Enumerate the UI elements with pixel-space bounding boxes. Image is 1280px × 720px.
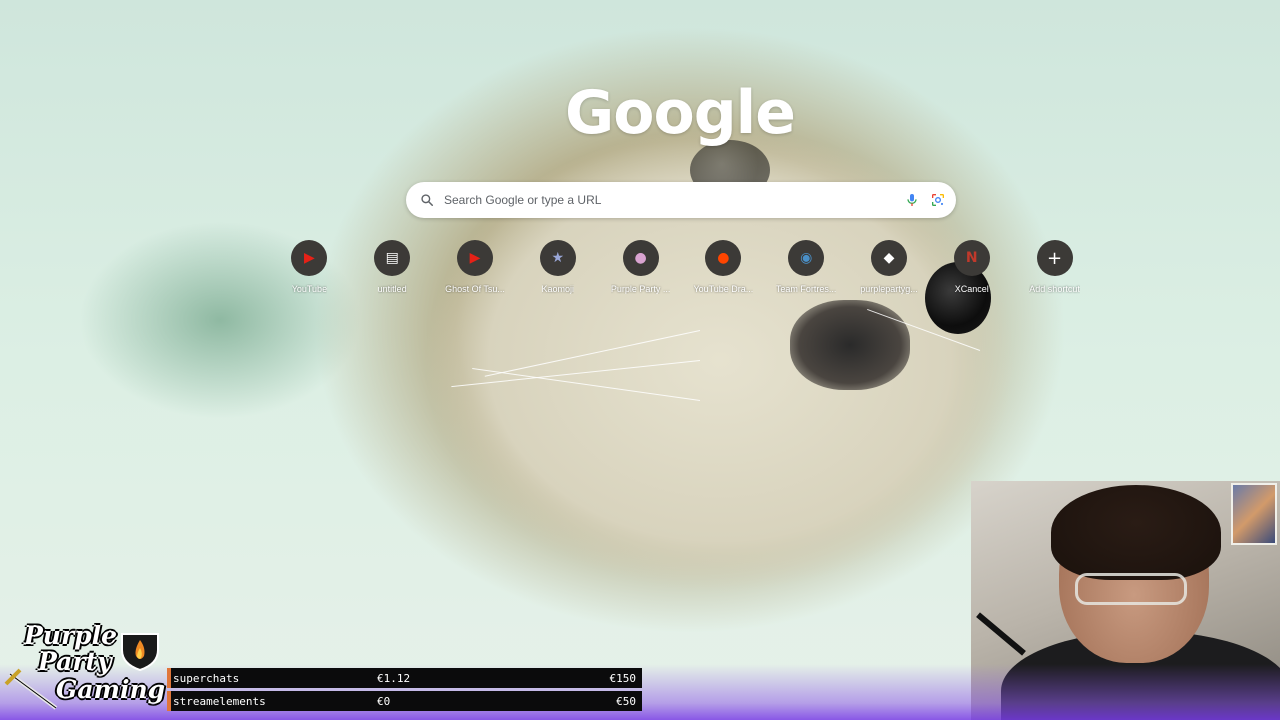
youtube-icon: ▶ xyxy=(456,240,493,276)
search-input[interactable] xyxy=(444,193,904,207)
plus-icon: + xyxy=(1036,240,1073,276)
shortcut-label: Purple Party ... xyxy=(610,284,671,294)
shortcut-grid: ▶ YouTube ▤ untitled ▶ Ghost Of Tsu... ★… xyxy=(268,240,1096,294)
google-logo: Google xyxy=(565,78,796,148)
seal-nose xyxy=(790,300,910,390)
shortcut-team-fortress[interactable]: ◉ Team Fortres... xyxy=(765,240,848,294)
search-icon xyxy=(421,194,434,207)
reddit-icon: ● xyxy=(705,240,742,276)
stat-row-superchats: superchats €1.12 €150 xyxy=(167,668,642,688)
shortcut-label: Kaomoji xyxy=(541,284,575,294)
sword-icon xyxy=(4,668,58,710)
youtube-icon: ▶ xyxy=(291,240,328,276)
streamer-hair xyxy=(1051,485,1221,580)
document-icon: ▤ xyxy=(374,240,411,276)
shortcut-xcancel[interactable]: N XCancel xyxy=(930,240,1013,294)
streamer-glasses xyxy=(1075,573,1187,605)
shield-flame-icon xyxy=(121,633,159,672)
star-icon: ★ xyxy=(539,240,576,276)
search-box[interactable] xyxy=(406,182,956,218)
microphone-arm xyxy=(976,612,1026,656)
steam-icon: ◉ xyxy=(788,240,825,276)
donation-goals: superchats €1.12 €150 streamelements €0 … xyxy=(167,668,642,714)
wall-poster xyxy=(1231,483,1277,545)
shortcut-untitled[interactable]: ▤ untitled xyxy=(351,240,434,294)
shortcut-label: YouTube xyxy=(291,284,328,294)
party-icon: ● xyxy=(622,240,659,276)
shortcut-label: purplepartyg... xyxy=(860,284,918,294)
shortcut-label: YouTube Dra... xyxy=(693,284,754,294)
shortcut-youtube-drama[interactable]: ● YouTube Dra... xyxy=(682,240,765,294)
shortcut-ghost-of-tsushima[interactable]: ▶ Ghost Of Tsu... xyxy=(434,240,517,294)
speech-bubble-icon: ◆ xyxy=(870,240,907,276)
add-shortcut-button[interactable]: + Add shortcut xyxy=(1013,240,1096,294)
shortcut-kaomoji[interactable]: ★ Kaomoji xyxy=(516,240,599,294)
shortcut-label: XCancel xyxy=(954,284,989,294)
microphone-icon[interactable] xyxy=(904,192,920,208)
google-lens-icon[interactable] xyxy=(930,192,946,208)
shortcut-label: untitled xyxy=(377,284,407,294)
shortcut-label: Add shortcut xyxy=(1029,284,1080,294)
x-cancel-icon: N xyxy=(953,240,990,276)
shortcut-label: Team Fortres... xyxy=(775,284,837,294)
shortcut-purplepartygaming[interactable]: ◆ purplepartyg... xyxy=(848,240,931,294)
stat-row-streamelements: streamelements €0 €50 xyxy=(167,691,642,711)
shortcut-purple-party[interactable]: ● Purple Party ... xyxy=(599,240,682,294)
shortcut-youtube[interactable]: ▶ YouTube xyxy=(268,240,351,294)
shortcut-label: Ghost Of Tsu... xyxy=(445,284,505,294)
